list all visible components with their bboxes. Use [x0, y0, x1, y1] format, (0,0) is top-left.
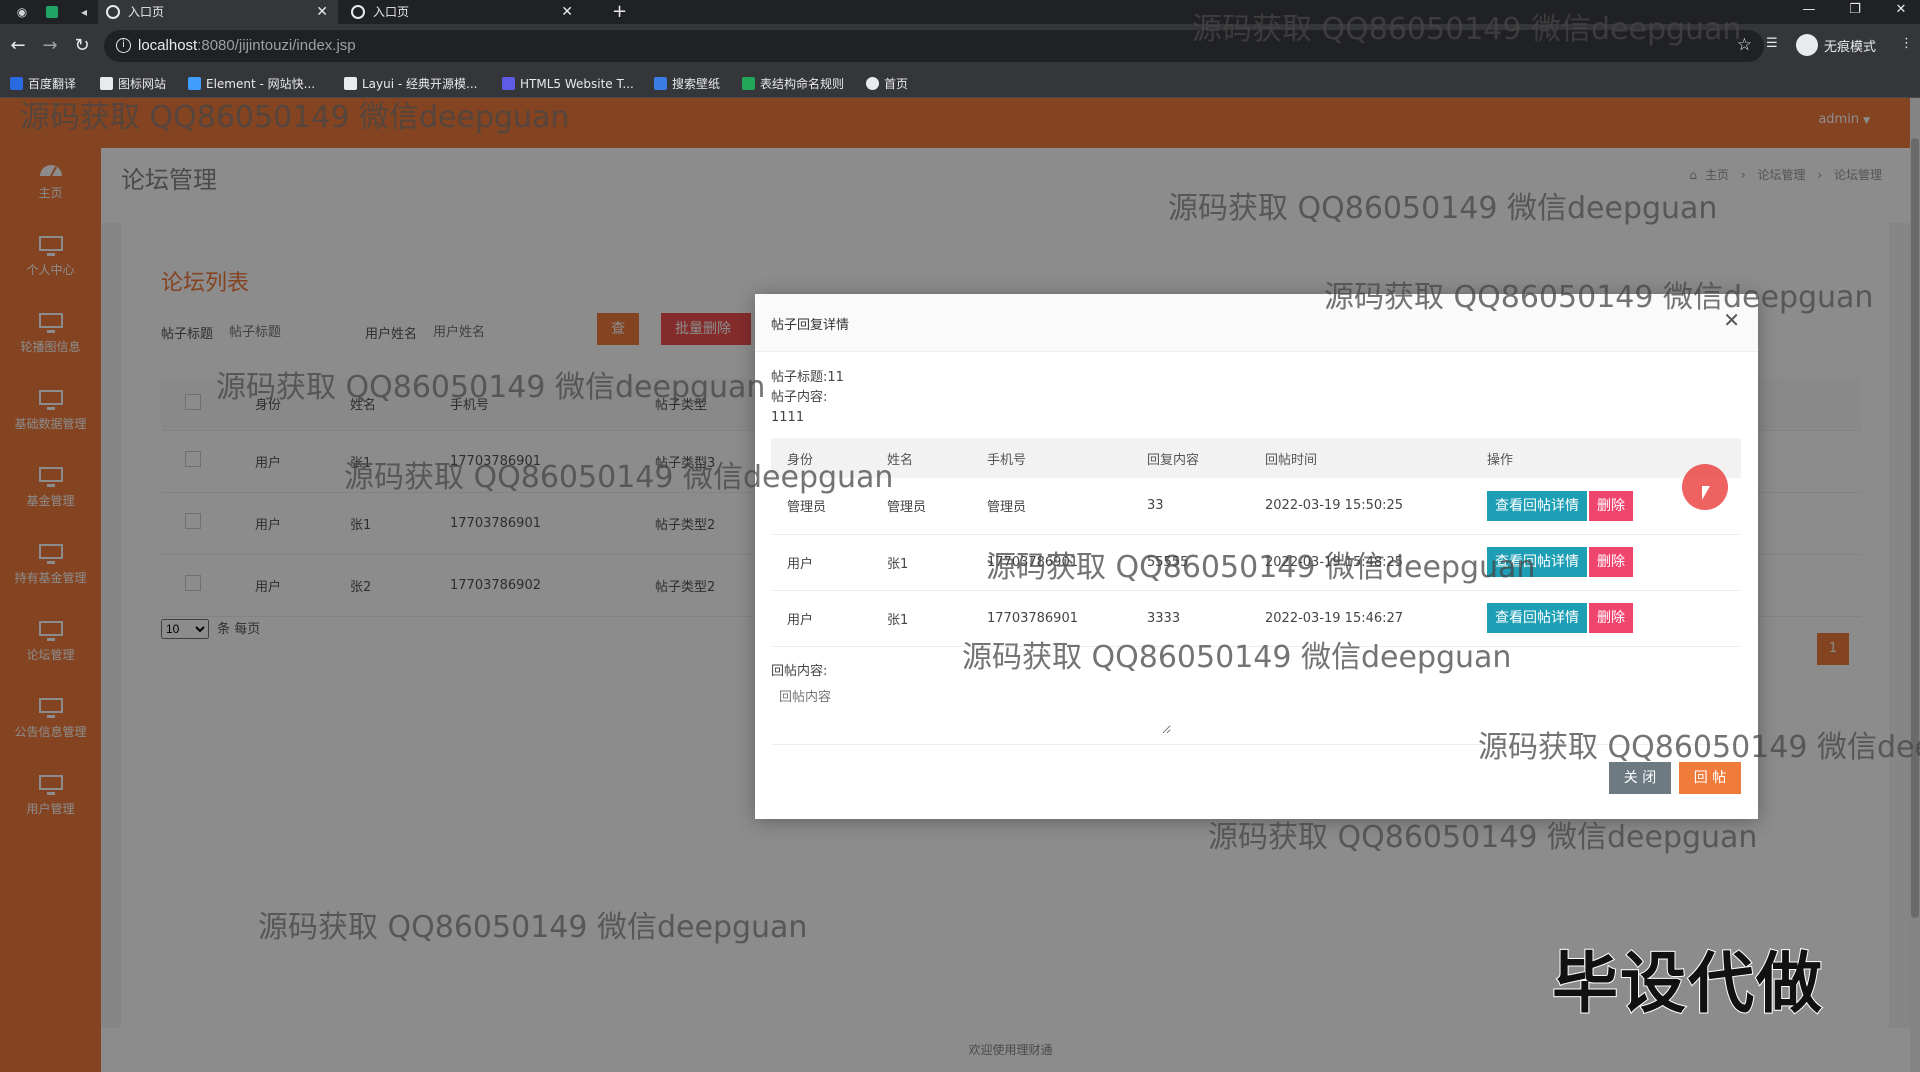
table-cell: 55555	[1131, 534, 1249, 591]
browser-toolbar: ← → ↻ i localhost:8080/jijintouzi/index.…	[0, 24, 1920, 70]
new-tab-icon[interactable]: +	[612, 0, 627, 24]
tab-label: 入口页	[373, 5, 410, 19]
bookmark-item[interactable]: Element - 网站快...	[188, 76, 315, 92]
minimize-icon[interactable]: —	[1794, 0, 1824, 20]
post-info: 帖子标题:11 帖子内容: 1111	[771, 368, 844, 428]
table-row: 用户 张1 17703786901 3333 2022-03-19 15:46:…	[771, 590, 1741, 647]
table-header-row: 身份 姓名 手机号 回复内容 回帖时间 操作	[771, 438, 1741, 478]
table-cell: 管理员	[971, 478, 1131, 535]
close-icon[interactable]: ✕	[316, 0, 328, 24]
close-icon[interactable]: ✕	[561, 0, 573, 24]
mouse-cursor-icon	[1702, 486, 1710, 500]
element-logo-icon	[188, 77, 201, 90]
window-close-icon[interactable]: ✕	[1886, 0, 1916, 20]
restore-icon[interactable]: ❐	[1840, 0, 1870, 20]
sheet-icon	[742, 77, 755, 90]
table-cell: 张1	[871, 590, 971, 647]
close-button[interactable]: 关 闭	[1609, 762, 1671, 794]
back-icon[interactable]: ←	[8, 36, 28, 56]
table-cell: 2022-03-19 15:50:25	[1249, 478, 1471, 535]
bookmark-star-icon[interactable]: ☆	[1737, 35, 1752, 55]
browser-tab-2[interactable]: 入口页 ✕	[343, 0, 583, 24]
address-bar[interactable]: i localhost:8080/jijintouzi/index.jsp ☆	[104, 30, 1764, 62]
delete-reply-button[interactable]: 删除	[1589, 603, 1633, 633]
table-row: 用户 张1 17703786901 55555 2022-03-19 15:48…	[771, 534, 1741, 591]
modal-footer: 关 闭回 帖	[1609, 762, 1741, 794]
bookmark-item[interactable]: 首页	[866, 76, 908, 92]
mute-icon[interactable]: ◂	[76, 4, 92, 20]
table-cell: 张1	[871, 534, 971, 591]
table-cell: 管理员	[871, 478, 971, 535]
table-cell: 33	[1131, 478, 1249, 535]
post-content: 1111	[771, 410, 805, 425]
column-header: 姓名	[871, 438, 971, 478]
app-favicon-icon[interactable]	[46, 6, 58, 18]
browser-tab-strip: ◉ ◂ 入口页 ✕ 入口页 ✕ + — ❐ ✕	[0, 0, 1920, 24]
modal-header: 帖子回复详情 ✕	[755, 294, 1758, 352]
view-reply-button[interactable]: 查看回帖详情	[1487, 490, 1587, 521]
reload-icon[interactable]: ↻	[72, 36, 92, 56]
browser-tab-1[interactable]: 入口页 ✕	[98, 0, 338, 24]
info-icon[interactable]: i	[116, 38, 131, 53]
incognito-icon[interactable]	[1796, 34, 1818, 56]
flag-icon	[100, 77, 113, 90]
watermark-large: 毕设代做	[1551, 944, 1824, 1023]
column-header: 回复内容	[1131, 438, 1249, 478]
table-cell: 17703786901	[971, 534, 1131, 591]
wallpaper-icon	[654, 77, 667, 90]
table-cell: 用户	[771, 534, 871, 591]
tab-label: 入口页	[128, 5, 165, 19]
column-header: 身份	[771, 438, 871, 478]
modal-divider	[771, 744, 1741, 745]
table-cell: 用户	[771, 590, 871, 647]
reply-detail-modal: 帖子回复详情 ✕ 帖子标题:11 帖子内容: 1111 身份 姓名 手机号 回复…	[755, 294, 1758, 819]
globe-icon	[351, 5, 365, 19]
profile-label[interactable]: 无痕模式	[1824, 36, 1876, 55]
more-menu-icon[interactable]: ⋮	[1900, 36, 1913, 51]
close-icon[interactable]: ✕	[1723, 310, 1740, 330]
table-cell: 2022-03-19 15:46:27	[1249, 590, 1471, 647]
view-reply-button[interactable]: 查看回帖详情	[1487, 603, 1587, 633]
table-row: 管理员 管理员 管理员 33 2022-03-19 15:50:25 查看回帖详…	[771, 478, 1741, 535]
translate-icon	[10, 77, 23, 90]
bookmarks-bar: 百度翻译 图标网站 Element - 网站快... Layui - 经典开源模…	[0, 70, 1920, 98]
reply-table: 身份 姓名 手机号 回复内容 回帖时间 操作 管理员 管理员 管理员 33 20…	[771, 438, 1741, 647]
url-text: localhost:8080/jijintouzi/index.jsp	[138, 37, 356, 54]
globe-icon	[106, 5, 120, 19]
table-cell: 2022-03-19 15:48:25	[1249, 534, 1471, 591]
bookmark-item[interactable]: Layui - 经典开源模...	[344, 76, 477, 92]
delete-reply-button[interactable]: 删除	[1589, 490, 1633, 521]
html5-icon	[502, 77, 515, 90]
layui-logo-icon	[344, 77, 357, 90]
chrome-logo-icon: ◉	[16, 5, 28, 19]
reading-list-icon[interactable]: ☰	[1766, 36, 1778, 51]
bookmark-item[interactable]: 搜索壁纸	[654, 76, 720, 92]
bookmark-item[interactable]: 百度翻译	[10, 76, 76, 92]
post-content-label: 帖子内容:	[771, 390, 828, 405]
delete-reply-button[interactable]: 删除	[1589, 547, 1633, 577]
view-reply-button[interactable]: 查看回帖详情	[1487, 547, 1587, 577]
reply-content-label: 回帖内容:	[771, 664, 828, 679]
modal-title: 帖子回复详情	[771, 318, 850, 333]
post-title-line: 帖子标题:11	[771, 370, 844, 385]
bookmark-item[interactable]: 表结构命名规则	[742, 76, 844, 92]
table-cell: 3333	[1131, 590, 1249, 647]
forward-icon[interactable]: →	[40, 36, 60, 56]
table-cell: 17703786901	[971, 590, 1131, 647]
reply-content-textarea[interactable]	[771, 678, 1171, 734]
column-header: 手机号	[971, 438, 1131, 478]
reply-button[interactable]: 回 帖	[1679, 762, 1741, 794]
row-actions: 查看回帖详情 删除	[1471, 590, 1741, 647]
table-cell: 管理员	[771, 478, 871, 535]
column-header: 回帖时间	[1249, 438, 1471, 478]
bookmark-item[interactable]: 图标网站	[100, 76, 166, 92]
bookmark-item[interactable]: HTML5 Website T...	[502, 76, 634, 92]
row-actions: 查看回帖详情 删除	[1471, 534, 1741, 591]
globe-icon	[866, 77, 879, 90]
